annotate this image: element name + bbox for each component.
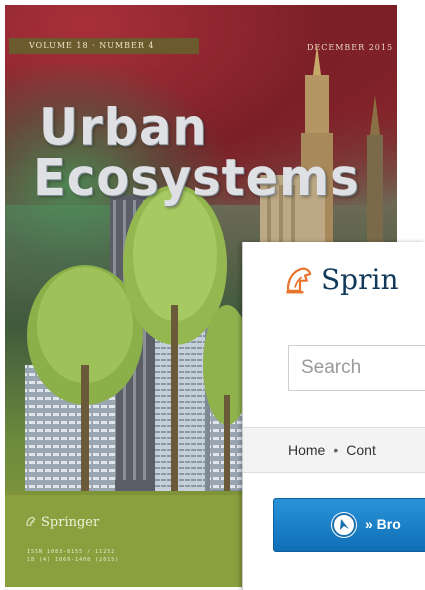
browse-button[interactable]: » Bro <box>273 498 425 552</box>
cover-issn-line2: 18 (4) 1069-1408 (2015) <box>27 557 120 563</box>
springer-wordmark: Sprin <box>321 262 399 296</box>
springer-web-panel: Sprin Home • Cont » Bro <box>242 242 425 590</box>
cover-issn-line1: ISSN 1083-8155 / 11252 <box>27 549 116 555</box>
cover-title: Urban Ecosystems <box>31 103 360 204</box>
search-input[interactable] <box>289 346 425 390</box>
cover-title-line2: Ecosystems <box>33 148 360 208</box>
breadcrumb: Home • Cont <box>243 427 425 473</box>
cover-publisher: Springer <box>25 515 99 530</box>
cover-publisher-name: Springer <box>41 515 100 530</box>
breadcrumb-next-link[interactable]: Cont <box>346 442 376 458</box>
cover-issn-block: ISSN 1083-8155 / 11252 18 (4) 1069-1408 … <box>27 548 167 564</box>
search-box <box>288 345 425 391</box>
cover-title-line1: Urban <box>39 98 208 158</box>
compass-icon <box>331 512 357 538</box>
springer-horse-logo-icon <box>286 267 312 294</box>
breadcrumb-home-link[interactable]: Home <box>288 442 325 458</box>
browse-button-label: » Bro <box>365 516 401 532</box>
springer-horse-icon <box>26 516 36 526</box>
breadcrumb-separator: • <box>333 442 339 458</box>
springer-logo[interactable]: Sprin <box>283 262 398 302</box>
